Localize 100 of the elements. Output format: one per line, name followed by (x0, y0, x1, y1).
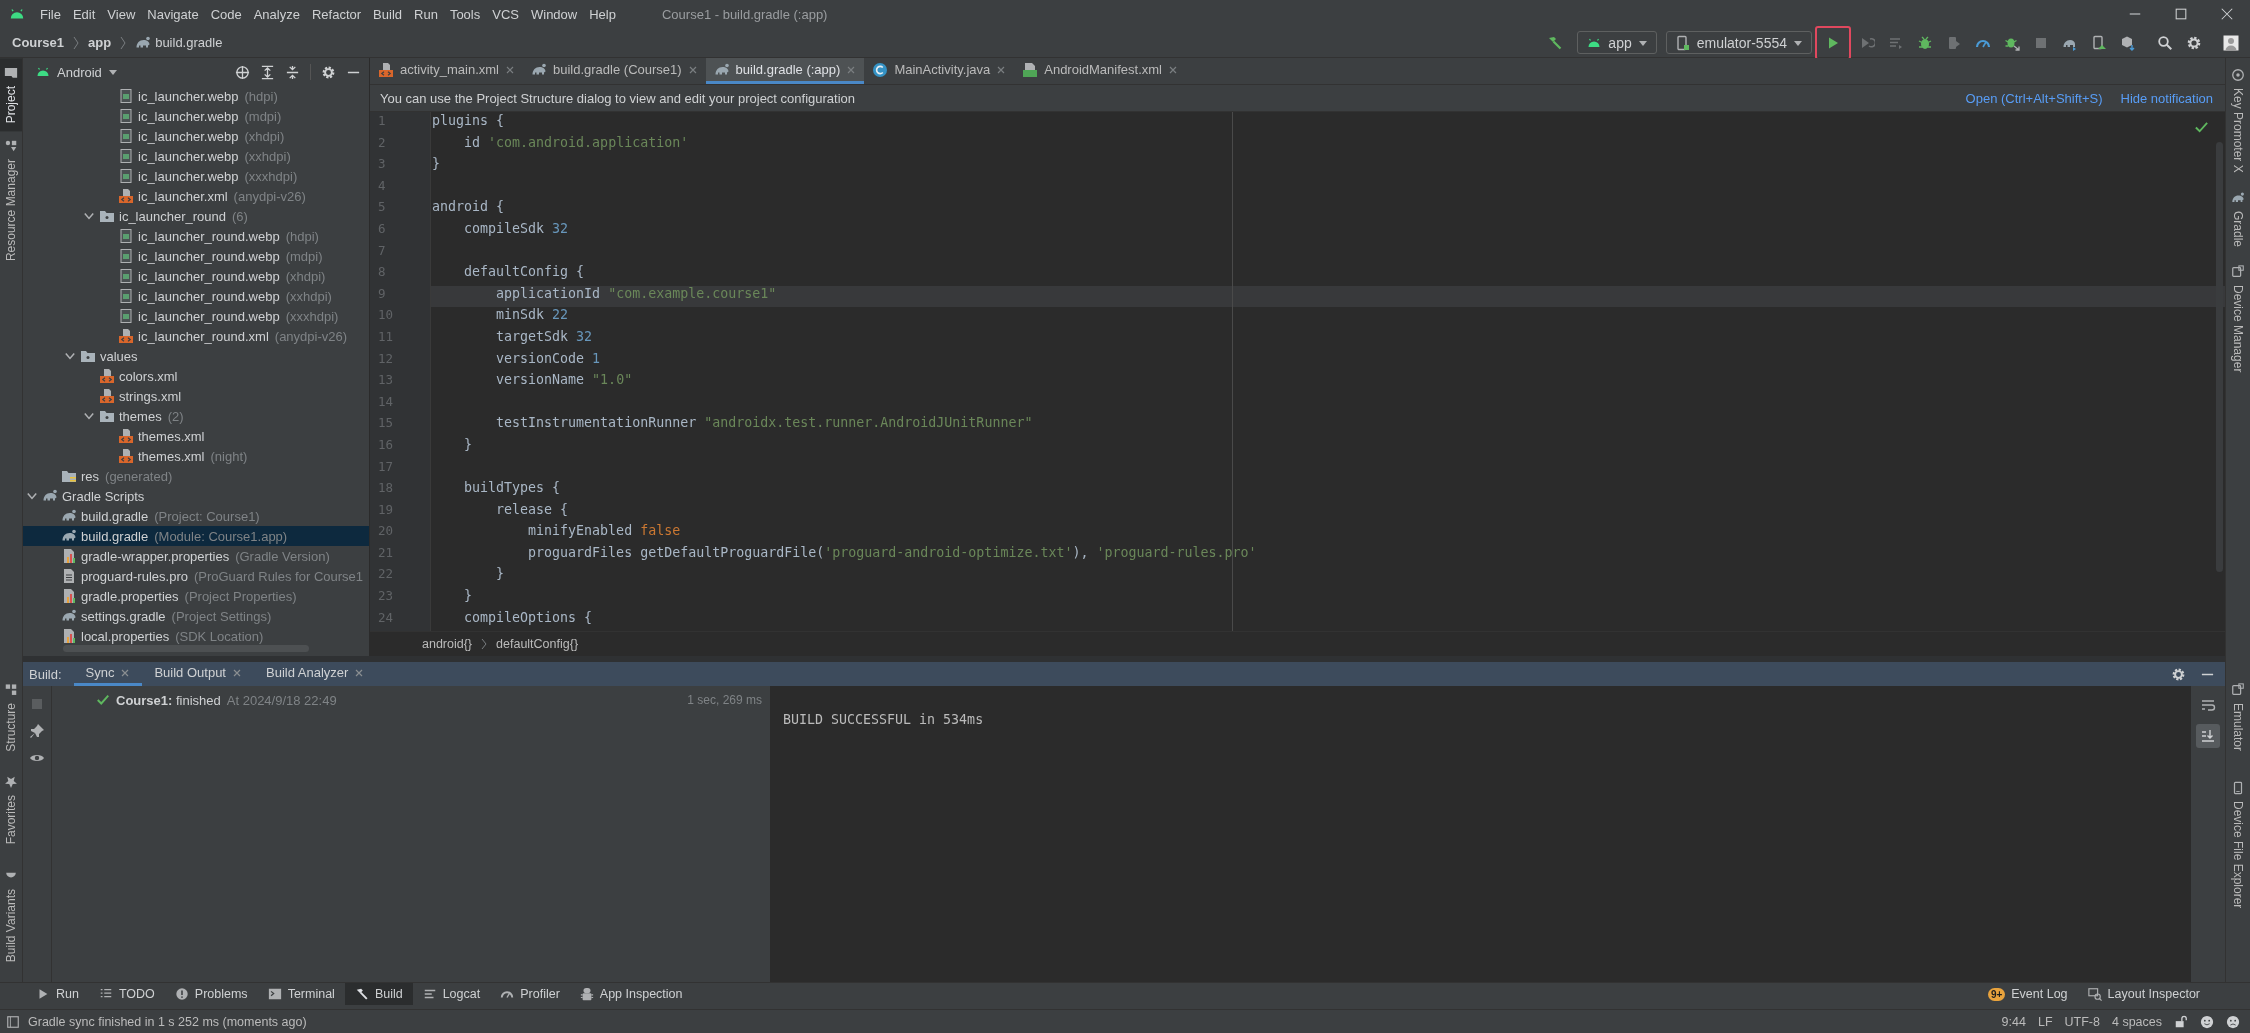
tool-window-tab[interactable]: Gradle (2226, 182, 2250, 255)
close-icon[interactable] (120, 667, 131, 678)
menu-item[interactable]: Run (408, 6, 444, 22)
tree-item[interactable]: gradle-wrapper.properties (Gradle Version) (23, 546, 369, 566)
chevron-icon[interactable] (83, 410, 95, 422)
close-icon[interactable] (504, 64, 515, 75)
menu-item[interactable]: Edit (66, 6, 102, 22)
tree-item[interactable]: ic_launcher_round.webp (xhdpi) (23, 266, 369, 286)
editor-tab[interactable]: activity_main.xml (370, 58, 523, 84)
tool-window-tab[interactable]: TODO (88, 983, 165, 1005)
tree-item[interactable]: ic_launcher.webp (xxhdpi) (23, 146, 369, 166)
locate-icon[interactable] (235, 64, 250, 80)
tool-window-tab[interactable]: Emulator (2226, 668, 2250, 765)
project-view-dropdown[interactable]: Android (31, 62, 122, 82)
lock-icon[interactable] (2174, 1014, 2188, 1029)
tool-window-tab[interactable]: Build (344, 983, 413, 1005)
tool-window-tab[interactable]: Key Promoter X (2226, 60, 2250, 181)
close-icon[interactable] (996, 64, 1007, 75)
scroll-to-end-icon[interactable] (2196, 724, 2220, 748)
status-item[interactable]: LF (2037, 1014, 2053, 1029)
panel-tab[interactable]: Build Analyzer (254, 662, 377, 686)
tree-item[interactable]: settings.gradle (Project Settings) (23, 606, 369, 626)
tool-window-tab[interactable]: Project (0, 58, 22, 132)
close-icon[interactable] (232, 667, 242, 678)
menu-item[interactable]: Tools (443, 6, 487, 22)
tree-item[interactable]: ic_launcher.webp (xhdpi) (23, 126, 369, 146)
menu-item[interactable]: Refactor (305, 6, 368, 22)
tree-item[interactable]: values (23, 346, 369, 366)
tree-item[interactable]: themes.xml (night) (23, 446, 369, 466)
breadcrumb-item[interactable]: defaultConfig{} (496, 637, 579, 651)
tool-window-tab[interactable]: 9+ Event Log (1977, 983, 2078, 1005)
smiley-icon[interactable] (2200, 1014, 2214, 1029)
tool-window-tab[interactable]: Device File Explorer (2226, 766, 2250, 922)
status-item[interactable]: 4 spaces (2111, 1014, 2162, 1029)
tree-item[interactable]: ic_launcher_round (6) (23, 206, 369, 226)
menu-item[interactable]: VCS (486, 6, 525, 22)
chevron-icon[interactable] (83, 210, 95, 222)
tool-window-tab[interactable]: Terminal (257, 983, 345, 1005)
tool-window-tab[interactable]: Profiler (490, 983, 570, 1005)
tree-item[interactable]: res (generated) (23, 466, 369, 486)
menu-item[interactable]: Code (204, 6, 248, 22)
editor-tab[interactable]: build.gradle (Course1) (522, 58, 706, 84)
build-result[interactable]: Course1: finished (116, 692, 221, 708)
menu-item[interactable]: Help (583, 6, 622, 22)
editor-tab[interactable]: build.gradle (:app) (705, 58, 865, 84)
tree-item[interactable]: ic_launcher_round.webp (mdpi) (23, 246, 369, 266)
tree-item[interactable]: ic_launcher.webp (hdpi) (23, 86, 369, 106)
panel-tab[interactable]: Build Output (142, 662, 254, 686)
expand-all-icon[interactable] (260, 64, 275, 80)
chevron-icon[interactable] (64, 350, 76, 362)
status-item[interactable]: 9:44 (2001, 1014, 2026, 1029)
tool-window-tab[interactable]: Logcat (412, 983, 491, 1005)
menu-item[interactable]: File (34, 6, 67, 22)
tree-item[interactable]: ic_launcher.webp (xxxhdpi) (23, 166, 369, 186)
tool-window-tab[interactable]: Structure (0, 670, 22, 764)
tool-window-tab[interactable]: Favorites (0, 763, 22, 857)
device-dropdown[interactable]: emulator-5554 (1665, 31, 1812, 54)
breadcrumb-item[interactable]: Course1 (12, 35, 65, 50)
editor-tab[interactable]: MainActivity.java (864, 58, 1015, 84)
collapse-all-icon[interactable] (285, 64, 300, 80)
tree-item[interactable]: Gradle Scripts (23, 486, 369, 506)
tool-window-tab[interactable]: Layout Inspector (2077, 983, 2210, 1005)
close-icon[interactable] (354, 667, 365, 678)
menu-item[interactable]: Analyze (247, 6, 306, 22)
tree-item[interactable]: build.gradle (Module: Course1.app) (23, 526, 369, 546)
close-icon[interactable] (687, 64, 698, 75)
tree-item[interactable]: themes.xml (23, 426, 369, 446)
status-item[interactable]: UTF-8 (2064, 1014, 2100, 1029)
pin-icon[interactable] (29, 723, 45, 739)
notification-link[interactable]: Hide notification (2120, 90, 2213, 106)
tool-window-tab[interactable]: Problems (164, 983, 258, 1005)
tool-window-tab[interactable]: Device Manager (2226, 256, 2250, 381)
tree-item[interactable]: ic_launcher_round.xml (anydpi-v26) (23, 326, 369, 346)
settings-icon[interactable] (2171, 666, 2186, 682)
settings-icon[interactable] (321, 64, 336, 80)
tree-item[interactable]: gradle.properties (Project Properties) (23, 586, 369, 606)
tree-item[interactable]: ic_launcher.xml (anydpi-v26) (23, 186, 369, 206)
breadcrumb-item[interactable]: android{} (422, 637, 473, 651)
close-icon[interactable] (1168, 64, 1178, 75)
tool-window-tab[interactable]: App Inspection (569, 983, 693, 1005)
menu-item[interactable]: Navigate (141, 6, 205, 22)
tree-item[interactable]: ic_launcher_round.webp (xxxhdpi) (23, 306, 369, 326)
breadcrumb-item[interactable]: app (88, 35, 112, 50)
breadcrumb-item[interactable]: build.gradle (155, 35, 223, 50)
frown-icon[interactable] (2226, 1014, 2240, 1029)
tool-window-tab[interactable]: Resource Manager (0, 131, 22, 270)
run-config-dropdown[interactable]: app (1577, 31, 1657, 54)
tree-item[interactable]: ic_launcher_round.webp (hdpi) (23, 226, 369, 246)
panel-toggle-icon[interactable] (6, 1014, 20, 1029)
tree-item[interactable]: ic_launcher_round.webp (xxhdpi) (23, 286, 369, 306)
tree-item[interactable]: build.gradle (Project: Course1) (23, 506, 369, 526)
editor-tab[interactable]: AndroidManifest.xml (1014, 58, 1186, 84)
tool-window-tab[interactable]: Build Variants (0, 856, 22, 974)
menu-item[interactable]: Window (524, 6, 584, 22)
tree-item[interactable]: strings.xml (23, 386, 369, 406)
tree-item[interactable]: colors.xml (23, 366, 369, 386)
panel-tab[interactable]: Sync (73, 662, 143, 686)
tree-item[interactable]: proguard-rules.pro (ProGuard Rules for Course1 (23, 566, 369, 586)
tree-item[interactable]: ic_launcher.webp (mdpi) (23, 106, 369, 126)
tree-item[interactable]: local.properties (SDK Location) (23, 626, 369, 646)
